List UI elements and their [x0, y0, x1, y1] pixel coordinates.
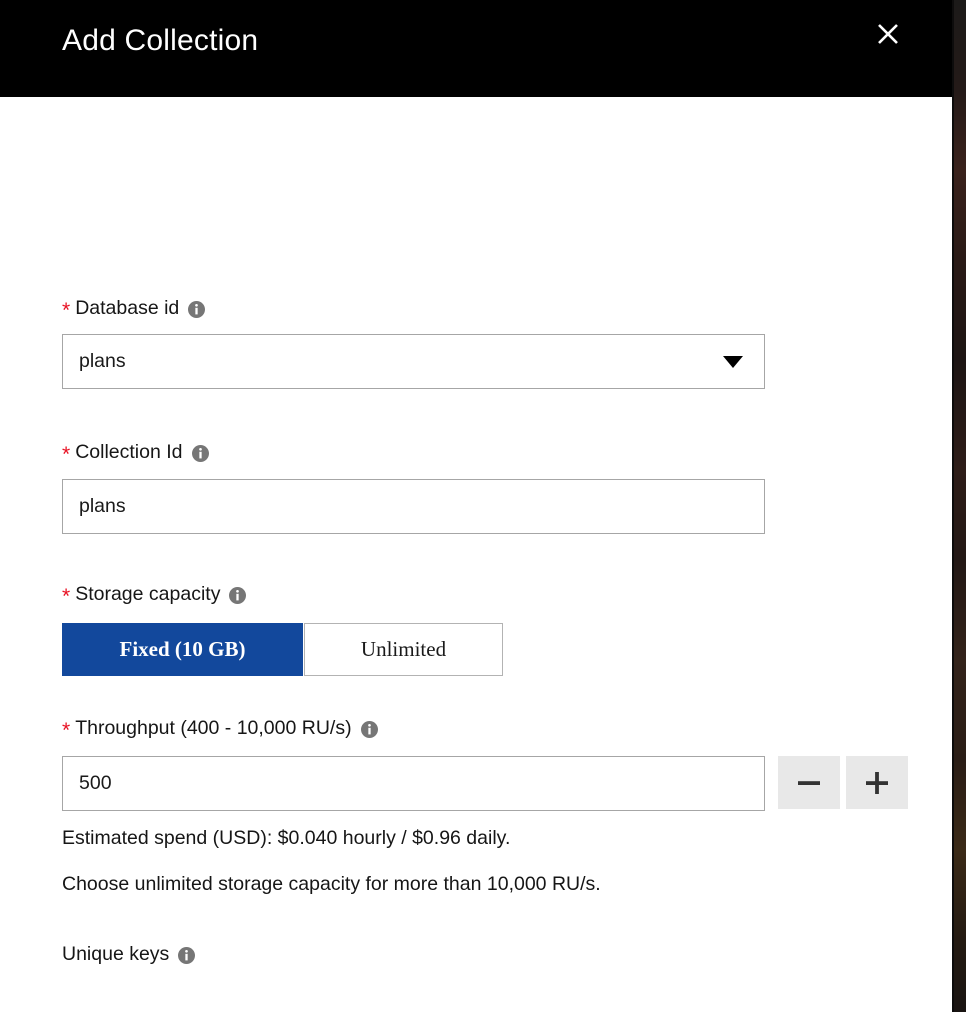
info-icon[interactable] [191, 444, 209, 462]
throughput-decrement-button[interactable] [778, 756, 840, 809]
info-icon[interactable] [229, 586, 247, 604]
unique-keys-label-text: Unique keys [62, 943, 170, 965]
storage-option-fixed[interactable]: Fixed (10 GB) [62, 623, 303, 676]
required-asterisk: * [62, 442, 71, 466]
unique-keys-label: Unique keys [62, 942, 196, 966]
add-collection-blade: Add Collection * Database id plans * Col… [0, 0, 952, 1012]
capacity-hint-text: Choose unlimited storage capacity for mo… [62, 873, 601, 895]
throughput-label: * Throughput (400 - 10,000 RU/s) [62, 716, 378, 742]
background-page-sliver [952, 0, 966, 1012]
page-title: Add Collection [62, 24, 259, 57]
database-id-label: * Database id [62, 296, 206, 322]
storage-option-unlimited[interactable]: Unlimited [304, 623, 503, 676]
throughput-increment-button[interactable] [846, 756, 908, 809]
throughput-label-text: Throughput (400 - 10,000 RU/s) [75, 717, 352, 739]
required-asterisk: * [62, 718, 71, 742]
blade-header: Add Collection [0, 0, 952, 97]
required-asterisk: * [62, 298, 71, 322]
screen: Add Collection * Database id plans * Col… [0, 0, 966, 1012]
database-id-dropdown[interactable]: plans [62, 334, 765, 389]
chevron-down-icon[interactable] [718, 335, 748, 388]
close-icon [874, 20, 902, 48]
storage-capacity-label-text: Storage capacity [75, 583, 221, 605]
database-id-label-text: Database id [75, 297, 180, 319]
storage-capacity-label: * Storage capacity [62, 582, 247, 608]
collection-id-input[interactable] [62, 479, 765, 534]
collection-id-label-text: Collection Id [75, 441, 183, 463]
plus-icon [861, 767, 893, 799]
info-icon[interactable] [188, 300, 206, 318]
info-icon[interactable] [360, 720, 378, 738]
minus-icon [793, 767, 825, 799]
estimated-spend-text: Estimated spend (USD): $0.040 hourly / $… [62, 827, 511, 849]
info-icon[interactable] [178, 946, 196, 964]
required-asterisk: * [62, 584, 71, 608]
throughput-input[interactable] [62, 756, 765, 811]
collection-id-label: * Collection Id [62, 440, 209, 466]
panel-edge-divider [952, 0, 954, 1012]
storage-capacity-toggle: Fixed (10 GB) Unlimited [62, 623, 503, 676]
database-id-value: plans [79, 350, 126, 372]
close-button[interactable] [869, 15, 907, 53]
